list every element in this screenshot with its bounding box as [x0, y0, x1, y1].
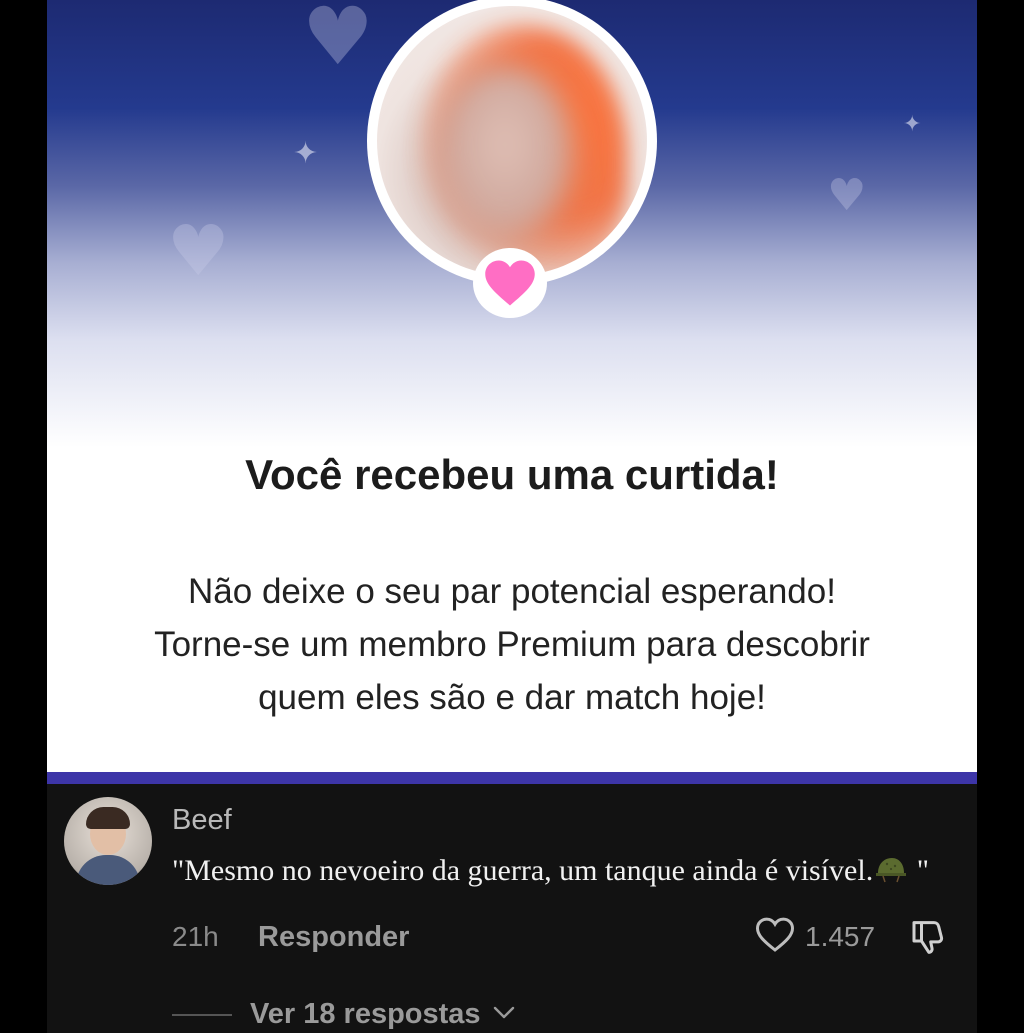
comment-time: 21h — [172, 921, 219, 952]
card-title: Você recebeu uma curtida! — [245, 451, 779, 498]
reply-button[interactable]: Responder — [258, 921, 409, 954]
match-card: ♥ ♥ ♥ ✦ ✦ Você recebeu uma curtida! Não … — [47, 0, 977, 772]
commenter-avatar[interactable] — [64, 797, 152, 885]
decorative-heart-icon: ♥ — [167, 210, 230, 292]
profile-avatar-frame — [367, 0, 657, 286]
heart-outline-icon[interactable] — [755, 916, 795, 954]
military-helmet-icon — [875, 855, 907, 891]
replies-divider — [172, 1014, 232, 1016]
comment-text-end: " — [909, 854, 929, 887]
card-body-line: quem eles são e dar match hoje! — [258, 678, 766, 717]
comment-text-main: "Mesmo no nevoeiro da guerra, um tanque … — [172, 854, 874, 887]
card-body-line: Não deixe o seu par potencial esperando! — [188, 572, 836, 611]
card-body: Não deixe o seu par potencial esperando!… — [47, 565, 977, 724]
decorative-heart-icon: ♥ — [827, 170, 867, 221]
view-replies-button[interactable]: Ver 18 respostas — [250, 998, 481, 1031]
like-count: 1.457 — [805, 921, 876, 952]
heart-icon — [485, 260, 535, 306]
comment-text: "Mesmo no nevoeiro da guerra, um tanque … — [172, 854, 929, 891]
accent-bar — [47, 772, 977, 784]
decorative-heart-icon: ♥ — [302, 0, 374, 83]
thumbs-down-icon[interactable] — [908, 916, 950, 956]
blurred-profile-photo — [377, 6, 647, 276]
chevron-down-icon[interactable] — [492, 1003, 516, 1023]
sparkle-icon: ✦ — [903, 112, 922, 137]
sparkle-icon: ✦ — [293, 136, 319, 171]
heart-badge — [473, 248, 547, 318]
comment-author[interactable]: Beef — [172, 804, 232, 837]
card-body-line: Torne-se um membro Premium para descobri… — [154, 625, 870, 664]
